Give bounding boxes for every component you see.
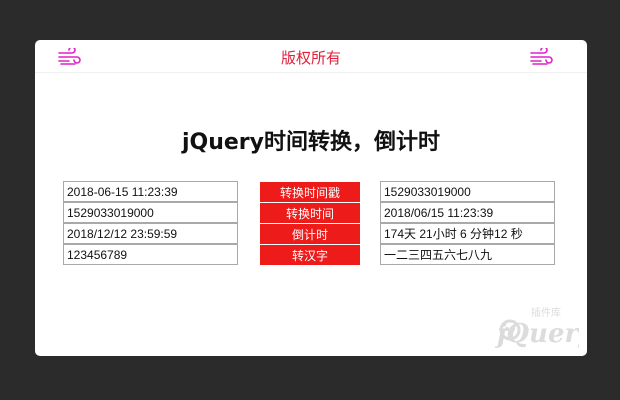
countdown-output[interactable] (380, 223, 555, 244)
target-date-input[interactable] (63, 223, 238, 244)
converter-row-time: 转换时间 (63, 202, 555, 223)
watermark-brand: jQuery (495, 319, 579, 348)
converter-rows: 转换时间戳 转换时间 倒计时 转汉字 (63, 181, 555, 265)
copyright-title: 版权所有 (280, 49, 341, 67)
convert-time-button[interactable]: 转换时间 (260, 203, 360, 223)
timestamp-output[interactable] (380, 181, 555, 202)
convert-timestamp-button[interactable]: 转换时间戳 (260, 182, 360, 202)
converter-row-countdown: 倒计时 (63, 223, 555, 244)
timestamp-input[interactable] (63, 202, 238, 223)
chinese-output[interactable] (380, 244, 555, 265)
convert-chinese-button[interactable]: 转汉字 (260, 245, 360, 265)
main-card: 版权所有 jQuery时间转换，倒计时 转换时间戳 转换时间 倒计时 (35, 40, 587, 356)
countdown-button[interactable]: 倒计时 (260, 224, 360, 244)
page-title: jQuery时间转换，倒计时 (181, 130, 441, 155)
wind-icon (530, 48, 553, 65)
time-output[interactable] (380, 202, 555, 223)
datetime-input[interactable] (63, 181, 238, 202)
converter-row-timestamp: 转换时间戳 (63, 181, 555, 202)
card-header: 版权所有 (35, 40, 587, 73)
watermark-subtitle: 插件库 (531, 306, 561, 319)
jquery-logo: jQuery 插件库 (495, 306, 579, 348)
converter-row-chinese: 转汉字 (63, 244, 555, 265)
number-input[interactable] (63, 244, 238, 265)
